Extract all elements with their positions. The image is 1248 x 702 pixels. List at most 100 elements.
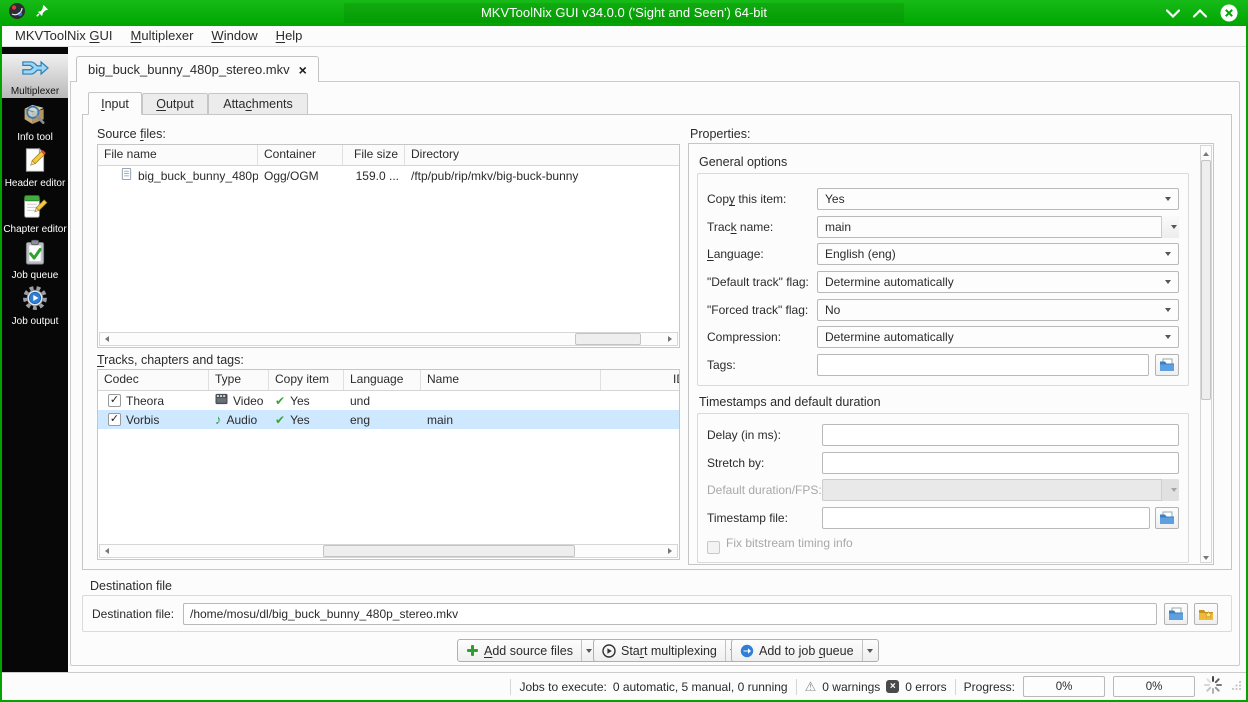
chevron-down-icon <box>1170 225 1177 229</box>
add-to-job-queue-button[interactable]: Add to job queue <box>731 639 879 662</box>
info-tool-icon <box>21 101 49 132</box>
compression-select[interactable]: Determine automatically <box>817 326 1179 348</box>
add-source-files-button[interactable]: Add source files <box>457 639 598 662</box>
menu-window[interactable]: Window <box>202 26 266 47</box>
sidebar-item-chapter-editor[interactable]: Chapter editor <box>2 192 68 236</box>
tracks-table[interactable]: Codec Type Copy item Language Name ID ✓ … <box>97 369 680 560</box>
source-files-hscrollbar[interactable] <box>99 332 678 346</box>
menu-mkvtoolnix-gui[interactable]: MKVToolNix GUI <box>6 26 122 47</box>
menubar: MKVToolNix GUI Multiplexer Window Help <box>2 26 1246 47</box>
tags-input[interactable] <box>817 354 1149 376</box>
column-container[interactable]: Container <box>258 145 343 165</box>
header-editor-icon <box>21 147 49 178</box>
statusbar: Jobs to execute: 0 automatic, 5 manual, … <box>2 672 1246 700</box>
close-button[interactable] <box>1220 4 1238 22</box>
browse-destination-button[interactable] <box>1164 603 1188 625</box>
add-to-job-queue-menu-button[interactable] <box>861 640 878 661</box>
file-tab[interactable]: big_buck_bunny_480p_stereo.mkv × <box>76 56 319 82</box>
track-enabled-checkbox[interactable]: ✓ <box>108 394 121 407</box>
sidebar-item-info-tool[interactable]: Info tool <box>2 100 68 144</box>
language-label: Language: <box>707 247 764 261</box>
track-row-theora[interactable]: ✓ Theora Video ✔ Yes und <box>98 391 679 410</box>
scroll-up-icon[interactable] <box>1201 146 1211 158</box>
source-file-directory: /ftp/pub/rip/mkv/big-buck-bunny <box>411 168 579 183</box>
source-files-header[interactable]: File name Container File size Directory <box>98 145 679 166</box>
scrollbar-thumb[interactable] <box>1201 160 1211 400</box>
scroll-down-icon[interactable] <box>1201 550 1211 562</box>
combo-dropdown-button <box>1161 479 1179 501</box>
minimize-button[interactable] <box>1166 8 1180 18</box>
column-copy-item[interactable]: Copy item <box>269 370 344 390</box>
menu-multiplexer[interactable]: Multiplexer <box>122 26 203 47</box>
start-multiplexing-button[interactable]: Start multiplexing <box>593 639 742 662</box>
chevron-down-icon <box>1165 335 1171 339</box>
tab-attachments[interactable]: Attachments <box>208 93 308 115</box>
fix-bitstream-label: Fix bitstream timing info <box>726 536 853 550</box>
column-directory[interactable]: Directory <box>405 145 679 165</box>
column-codec[interactable]: Codec <box>98 370 209 390</box>
tracks-hscrollbar[interactable] <box>99 544 678 558</box>
column-language[interactable]: Language <box>344 370 421 390</box>
track-language: eng <box>350 412 371 427</box>
file-icon <box>120 167 133 184</box>
source-file-row[interactable]: big_buck_bunny_480p_... Ogg/OGM 159.0 ..… <box>98 166 679 185</box>
stretch-by-input[interactable] <box>822 452 1179 474</box>
sidebar-item-job-queue[interactable]: Job queue <box>2 238 68 282</box>
tab-close-icon[interactable]: × <box>299 63 307 77</box>
spinner-icon <box>1203 675 1223 698</box>
jobs-to-execute-label: Jobs to execute: <box>519 679 607 694</box>
errors-count: 0 errors <box>905 679 947 694</box>
track-enabled-checkbox[interactable]: ✓ <box>108 413 121 426</box>
language-select[interactable]: English (eng) <box>817 243 1179 265</box>
source-file-name: big_buck_bunny_480p_... <box>138 168 258 183</box>
new-folder-button[interactable] <box>1194 603 1218 625</box>
delay-input[interactable] <box>822 424 1179 446</box>
scroll-right-icon[interactable] <box>663 545 677 557</box>
source-files-label: Source files: <box>97 127 166 141</box>
forced-track-flag-label: "Forced track" flag: <box>707 303 809 317</box>
column-file-size[interactable]: File size <box>343 145 405 165</box>
timestamp-file-input[interactable] <box>822 507 1150 529</box>
column-id[interactable]: ID <box>601 370 679 390</box>
folder-star-icon <box>1199 610 1213 620</box>
sidebar-item-header-editor[interactable]: Header editor <box>2 146 68 190</box>
maximize-button[interactable] <box>1193 8 1207 18</box>
scroll-left-icon[interactable] <box>100 545 114 557</box>
tracks-header[interactable]: Codec Type Copy item Language Name ID <box>98 370 679 391</box>
destination-file-label: Destination file: <box>92 607 175 621</box>
statusbar-separator <box>954 678 956 695</box>
browse-timestamp-file-button[interactable] <box>1155 507 1179 529</box>
scrollbar-thumb[interactable] <box>575 333 642 345</box>
menu-help[interactable]: Help <box>267 26 312 47</box>
sidebar-item-job-output[interactable]: Job output <box>2 284 68 328</box>
resize-grip[interactable] <box>1231 680 1242 694</box>
default-track-flag-select[interactable]: Determine automatically <box>817 271 1179 293</box>
browse-tags-button[interactable] <box>1155 354 1179 376</box>
scroll-left-icon[interactable] <box>100 333 114 345</box>
column-type[interactable]: Type <box>209 370 269 390</box>
check-icon: ✔ <box>275 412 286 427</box>
file-tab-label: big_buck_bunny_480p_stereo.mkv <box>88 62 290 77</box>
default-track-flag-label: "Default track" flag: <box>707 275 809 289</box>
track-name: main <box>427 412 454 427</box>
scrollbar-thumb[interactable] <box>322 545 576 557</box>
sidebar: Multiplexer Info tool Header editor Chap… <box>2 47 68 672</box>
track-copy: Yes <box>290 393 310 408</box>
sidebar-item-multiplexer[interactable]: Multiplexer <box>2 54 68 98</box>
scroll-right-icon[interactable] <box>663 333 677 345</box>
track-type: Audio <box>226 412 258 427</box>
properties-vscrollbar[interactable] <box>1200 145 1212 563</box>
track-row-vorbis[interactable]: ✓ Vorbis ♪ Audio ✔ Yes eng main <box>98 410 679 429</box>
column-file-name[interactable]: File name <box>98 145 258 165</box>
tab-output[interactable]: Output <box>142 93 208 115</box>
video-icon <box>215 393 228 408</box>
combo-dropdown-button[interactable] <box>1161 216 1179 238</box>
folder-icon <box>1160 358 1174 371</box>
source-files-table[interactable]: File name Container File size Directory … <box>97 144 680 348</box>
tab-input[interactable]: Input <box>88 92 142 115</box>
column-name[interactable]: Name <box>421 370 601 390</box>
copy-this-item-select[interactable]: Yes <box>817 188 1179 210</box>
forced-track-flag-select[interactable]: No <box>817 299 1179 321</box>
destination-file-input[interactable] <box>183 603 1157 625</box>
track-name-combobox[interactable]: main <box>817 216 1179 238</box>
